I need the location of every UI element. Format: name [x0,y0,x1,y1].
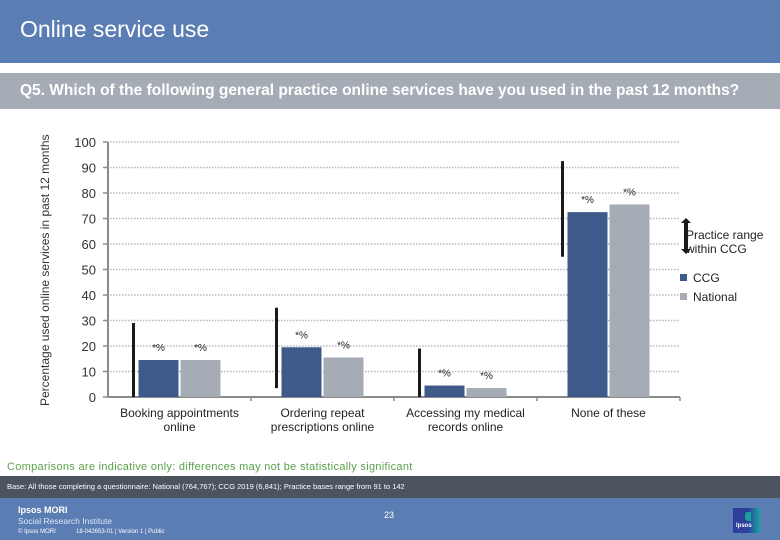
legend-item-national: National [680,290,737,304]
bar-national [466,388,507,397]
y-tick-label: 70 [82,212,96,227]
legend-label-national: National [693,290,738,304]
data-label: *% [152,343,165,354]
brand-name: Ipsos MORI [18,505,68,515]
x-tick-label: None of these [571,406,646,420]
y-tick-label: 50 [82,263,96,278]
y-tick-label: 90 [82,161,96,176]
x-tick-label: Accessing my medical [406,406,525,420]
y-tick-label: 20 [82,339,96,354]
national-swatch-icon [680,293,687,301]
base-text: Base: All those completing a questionnai… [7,482,405,491]
x-tick-label: Booking appointments [120,406,239,420]
y-tick-label: 0 [89,390,96,405]
question-text: Q5. Which of the following general pract… [20,82,740,99]
ipsos-logo-icon: Ipsos [733,508,760,533]
comparison-note: Comparisons are indicative only: differe… [7,461,413,473]
data-label: *% [480,371,493,382]
page-number: 23 [384,510,395,520]
data-label: *% [295,330,308,341]
header-bar: Online service use [0,0,780,63]
page-title: Online service use [20,16,210,42]
y-tick-label: 60 [82,237,96,252]
ccg-swatch-icon [680,274,687,282]
brand-subtitle: Social Research Institute [18,516,113,526]
bar-ccg [138,360,179,397]
y-tick-label: 10 [82,365,96,380]
x-tick-label: Ordering repeat [280,406,365,420]
bar-chart: 0 10 20 30 40 50 60 70 80 90 100 *% *% Booking appoin… [74,135,681,434]
legend-range-label: Practice range within CCG [686,228,764,256]
bar-national [609,204,650,397]
data-label: *% [581,195,594,206]
data-label: *% [337,340,350,351]
legend-item-ccg: CCG [680,271,720,285]
y-tick-label: 30 [82,314,96,329]
base-bar: Base: All those completing a questionnai… [0,476,780,498]
x-tick-label: prescriptions online [271,420,375,434]
question-bar: Q5. Which of the following general pract… [0,73,780,109]
logo-word: Ipsos [736,523,752,529]
y-tick-label: 40 [82,288,96,303]
legend-label-ccg: CCG [693,271,720,285]
document-reference: 18-042653-01 | Version 1 | Public [76,529,165,535]
data-label: *% [623,187,636,198]
bar-national [323,357,364,397]
y-tick-label: 100 [74,135,96,150]
data-label: *% [194,343,207,354]
x-tick-label: records online [428,420,504,434]
footer: Ipsos MORI Social Research Institute © I… [0,498,780,540]
copyright: © Ipsos MORI [18,529,56,535]
bar-national [180,360,221,397]
data-label: *% [438,369,451,380]
bar-ccg [281,347,322,397]
bar-ccg [424,385,465,397]
logo-mark-icon [745,512,751,521]
y-tick-label: 80 [82,186,96,201]
x-tick-label: online [163,420,195,434]
bar-ccg [567,212,608,397]
